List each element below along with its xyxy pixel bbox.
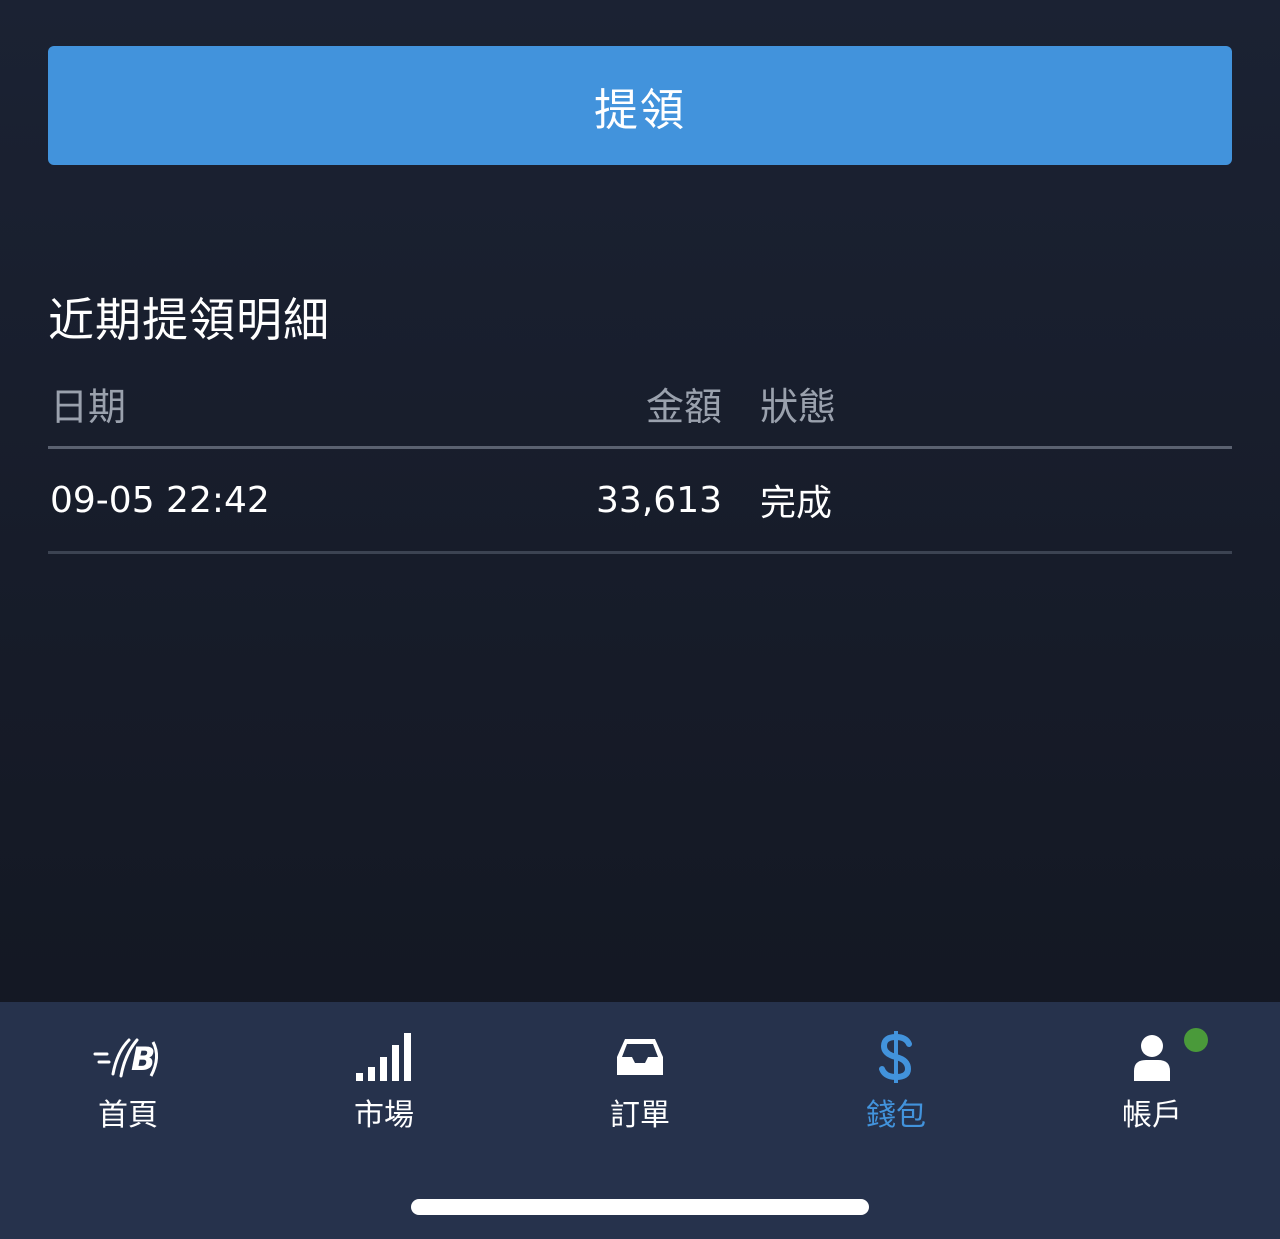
signal-bars-icon bbox=[356, 1030, 412, 1084]
tab-home[interactable]: B 首頁 bbox=[0, 1002, 256, 1142]
table-header-row: 日期 金額 狀態 bbox=[48, 360, 1232, 449]
column-header-amount: 金額 bbox=[645, 384, 722, 429]
tab-account[interactable]: 帳戶 bbox=[1024, 1002, 1280, 1142]
tab-account-label: 帳戶 bbox=[1122, 1098, 1182, 1133]
column-header-status: 狀態 bbox=[760, 384, 837, 429]
column-header-date: 日期 bbox=[50, 384, 127, 429]
section-title: 近期提領明細 bbox=[48, 293, 330, 347]
dollar-sign-icon bbox=[878, 1030, 914, 1084]
inbox-tray-icon bbox=[615, 1030, 665, 1084]
withdraw-button[interactable]: 提領 bbox=[48, 46, 1232, 165]
table-row[interactable]: 09-05 22:42 33,613 完成 bbox=[48, 449, 1232, 554]
withdraw-button-label: 提領 bbox=[594, 84, 686, 136]
tab-market-label: 市場 bbox=[354, 1098, 414, 1133]
row-status: 完成 bbox=[760, 483, 833, 524]
row-amount: 33,613 bbox=[596, 479, 722, 521]
tab-wallet[interactable]: 錢包 bbox=[768, 1002, 1024, 1142]
tab-orders[interactable]: 訂單 bbox=[512, 1002, 768, 1142]
brand-logo-icon: B bbox=[93, 1030, 163, 1084]
bottom-tab-bar: B 首頁 市場 訂單 錢包 帳戶 bbox=[0, 1002, 1280, 1239]
home-indicator bbox=[411, 1199, 869, 1215]
row-date: 09-05 22:42 bbox=[50, 479, 270, 521]
tab-home-label: 首頁 bbox=[98, 1098, 158, 1133]
tab-wallet-label: 錢包 bbox=[866, 1098, 926, 1133]
withdrawal-table: 日期 金額 狀態 09-05 22:42 33,613 完成 bbox=[48, 360, 1232, 554]
tab-orders-label: 訂單 bbox=[610, 1098, 670, 1133]
notification-dot bbox=[1184, 1028, 1208, 1052]
user-icon bbox=[1132, 1028, 1208, 1084]
tab-market[interactable]: 市場 bbox=[256, 1002, 512, 1142]
